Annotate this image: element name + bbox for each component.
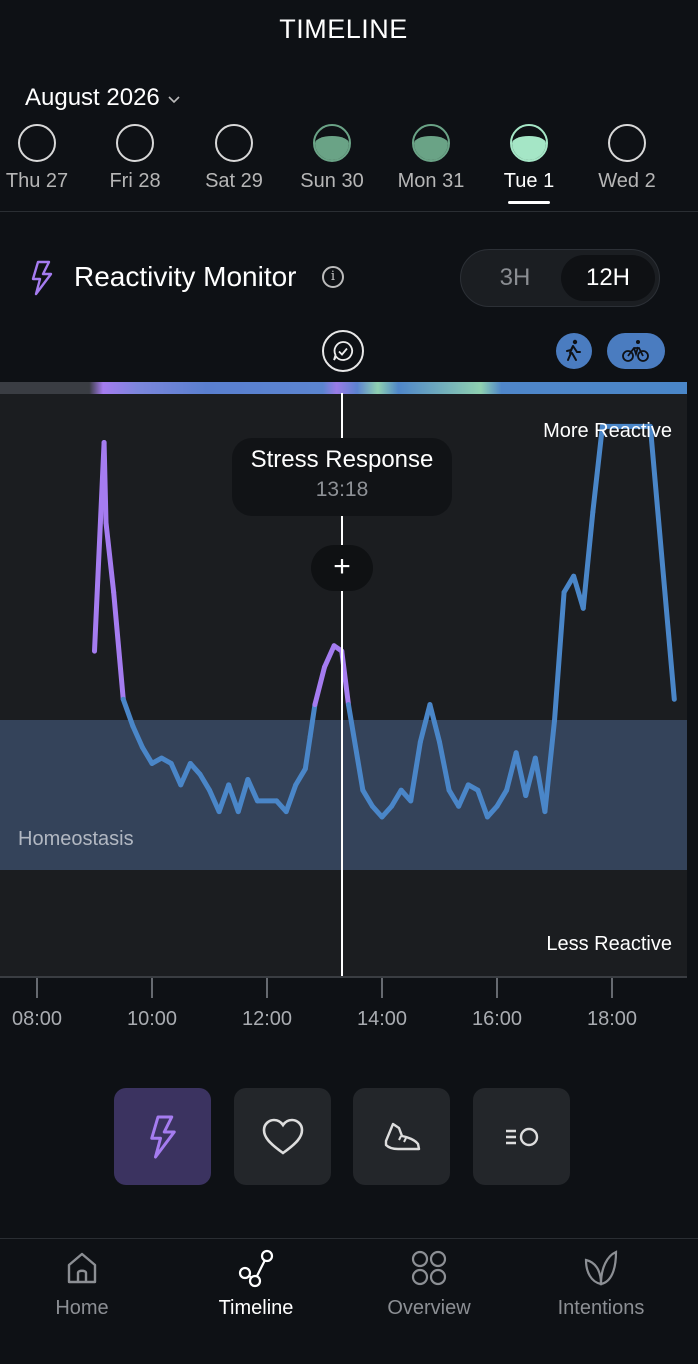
line-segment (408, 739, 423, 804)
line-segment (504, 750, 519, 793)
x-tick (496, 978, 498, 998)
x-tick-label: 12:00 (241, 1008, 293, 1030)
line-segment (216, 782, 232, 815)
line-segment (235, 777, 251, 815)
x-tick (266, 978, 268, 998)
more-reactive-label: More Reactive (543, 420, 672, 442)
line-segment (552, 589, 567, 724)
line-segment (389, 787, 404, 809)
line-segment (293, 766, 308, 788)
line-segment (111, 589, 126, 702)
line-segment (542, 718, 557, 815)
line-segment (245, 777, 260, 804)
nav-overview[interactable]: Overview (359, 1248, 499, 1320)
line-segment (103, 520, 117, 595)
line-segment (120, 696, 136, 729)
line-segment (139, 744, 155, 766)
line-segment (130, 723, 145, 750)
add-tag-button[interactable]: + (311, 545, 373, 591)
line-segment (197, 771, 212, 793)
nav-label-overview: Overview (387, 1297, 471, 1319)
bottom-nav-divider (0, 1238, 698, 1239)
line-segment (513, 750, 529, 799)
x-tick-label: 18:00 (586, 1008, 638, 1030)
line-segment (283, 782, 299, 815)
line-segment (226, 782, 241, 815)
line-segment (312, 664, 327, 708)
line-segment (101, 439, 109, 526)
x-tick (381, 978, 383, 998)
line-segment (456, 782, 471, 809)
nav-home[interactable]: Home (12, 1248, 152, 1320)
tooltip-title: Stress Response (250, 446, 434, 473)
line-segment (427, 702, 442, 745)
x-tick-label: 16:00 (471, 1008, 523, 1030)
speed-metric-button[interactable] (473, 1088, 570, 1185)
grid-circles-icon (411, 1250, 447, 1286)
nav-intentions[interactable]: Intentions (531, 1248, 671, 1320)
line-segment (417, 702, 433, 745)
activity-metric-button[interactable] (353, 1088, 450, 1185)
home-icon (67, 1252, 97, 1284)
line-segment (437, 739, 452, 793)
line-segment (647, 423, 677, 702)
line-segment (360, 787, 375, 809)
line-segment (475, 787, 490, 820)
line-segment (580, 509, 596, 611)
nav-timeline[interactable]: Timeline (186, 1248, 326, 1320)
tooltip-time: 13:18 (315, 478, 369, 501)
line-segment (168, 760, 184, 788)
timeline-icon (238, 1249, 274, 1288)
line-segment (307, 702, 318, 740)
line-segment (345, 702, 366, 793)
speed-icon (505, 1127, 538, 1146)
x-tick-label: 14:00 (356, 1008, 408, 1030)
heart-icon (262, 1118, 303, 1155)
nav-label-intentions: Intentions (557, 1297, 645, 1319)
reactivity-line-chart (92, 423, 677, 820)
less-reactive-label: Less Reactive (546, 933, 672, 955)
nav-label-home: Home (55, 1297, 109, 1319)
x-tick-label: 10:00 (126, 1008, 178, 1030)
line-segment (322, 643, 337, 670)
reactivity-metric-button[interactable] (114, 1088, 211, 1185)
heart-metric-button[interactable] (234, 1088, 331, 1185)
stress-tooltip[interactable]: Stress Response 13:18 (232, 438, 452, 516)
lightning-icon (149, 1115, 176, 1158)
sneaker-icon (384, 1122, 420, 1150)
x-axis (0, 976, 687, 978)
line-segment (494, 787, 510, 809)
x-tick (151, 978, 153, 998)
nav-label-timeline: Timeline (218, 1297, 294, 1319)
line-segment (302, 734, 313, 772)
x-tick-label: 08:00 (11, 1008, 63, 1030)
line-segment (178, 760, 193, 788)
x-tick (36, 978, 38, 998)
leaf-icon (584, 1250, 618, 1286)
x-tick (611, 978, 613, 998)
